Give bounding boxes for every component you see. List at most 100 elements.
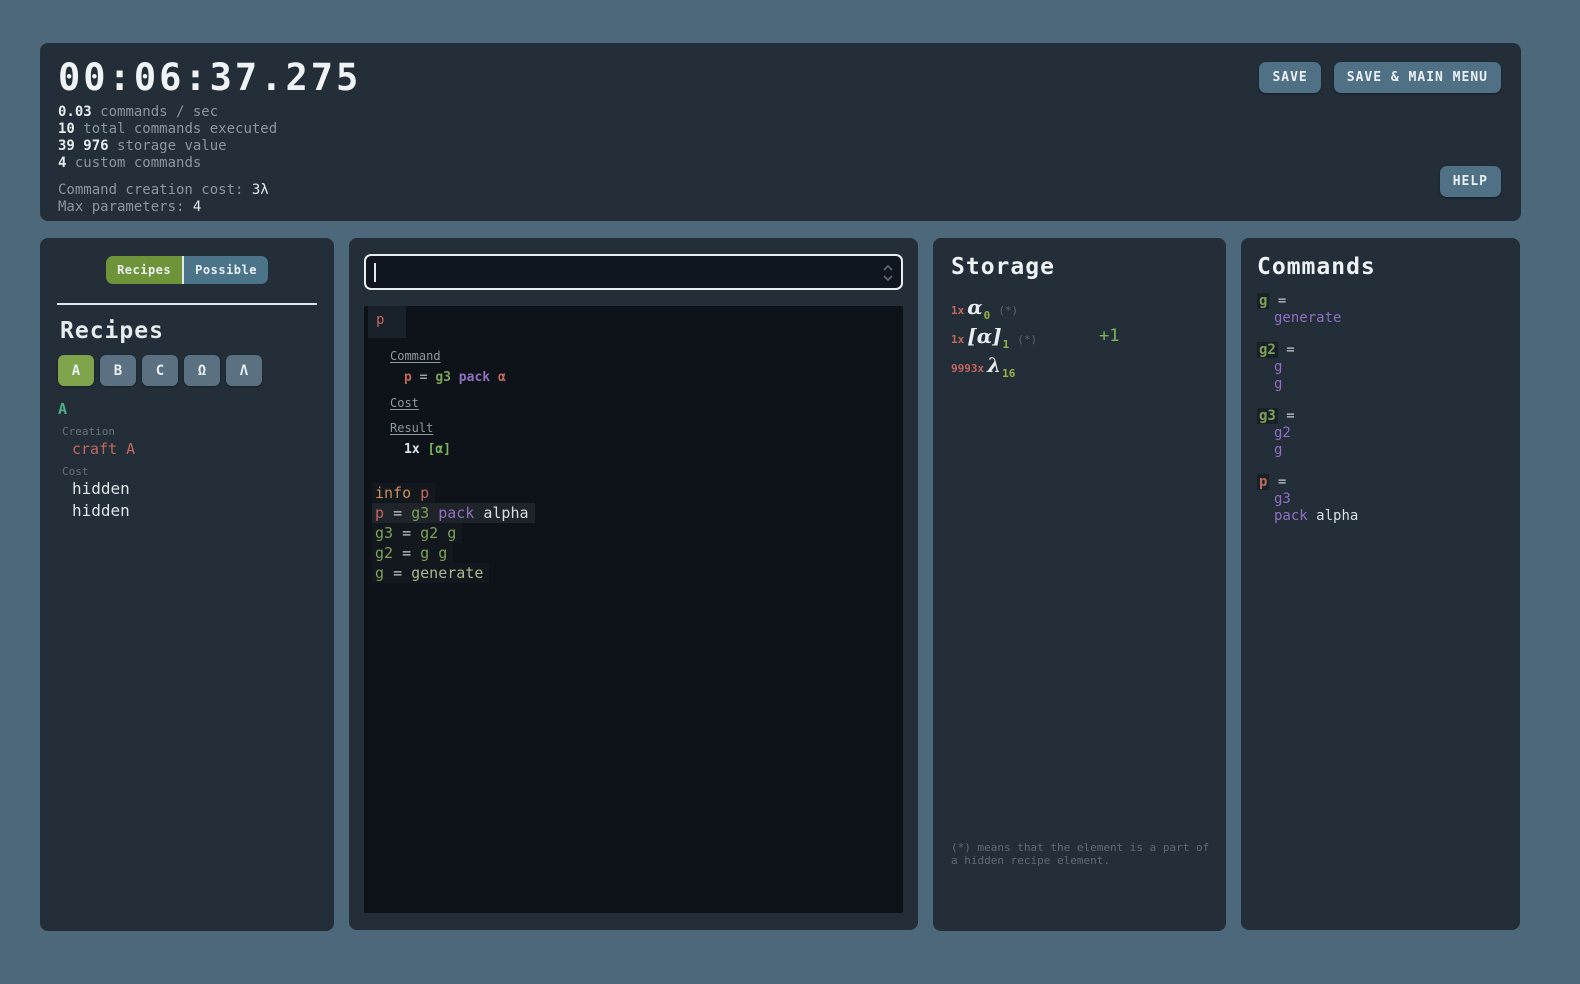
code-token: pack bbox=[438, 504, 474, 522]
command-name: g bbox=[1257, 293, 1269, 309]
commands-title: Commands bbox=[1257, 254, 1504, 280]
element-button-Ω[interactable]: Ω bbox=[184, 355, 220, 386]
help-button[interactable]: HELP bbox=[1440, 166, 1501, 197]
code-token: pack bbox=[459, 370, 490, 385]
command-entry[interactable]: g3 =g2g bbox=[1257, 408, 1504, 459]
code-token: g3 bbox=[411, 504, 429, 522]
command-entry[interactable]: g2 =gg bbox=[1257, 342, 1504, 393]
item-symbol: λ bbox=[987, 353, 1001, 377]
selected-recipe: A Creation craft A Cost hidden hidden bbox=[58, 400, 334, 522]
code-token: g bbox=[1274, 442, 1282, 458]
cost-label: Cost bbox=[62, 465, 334, 478]
save-main-menu-button[interactable]: SAVE & MAIN MENU bbox=[1334, 62, 1501, 93]
command-tooltip: p Command p = g3 pack α Cost Result 1x [… bbox=[364, 306, 903, 457]
storage-item[interactable]: 1x[α]1(*)+1 bbox=[951, 324, 1208, 348]
command-body-line: g3 bbox=[1274, 491, 1504, 508]
command-head: g = bbox=[1257, 293, 1504, 310]
item-count: 9993x bbox=[951, 362, 984, 375]
tooltip-command-value: p = g3 pack α bbox=[404, 370, 903, 385]
result-element: [α] bbox=[427, 442, 450, 457]
command-body-line: g bbox=[1274, 376, 1504, 393]
creation-cost-line: Command creation cost: 3λ bbox=[58, 182, 361, 199]
cost-value: hidden bbox=[72, 478, 334, 500]
element-button-Λ[interactable]: Λ bbox=[226, 355, 262, 386]
stat-line: 4 custom commands bbox=[58, 155, 361, 172]
creation-label: Creation bbox=[62, 425, 334, 438]
element-button-B[interactable]: B bbox=[100, 355, 136, 386]
text-caret bbox=[374, 263, 376, 282]
storage-item[interactable]: 1xα0(*) bbox=[951, 295, 1208, 319]
command-entry[interactable]: g =generate bbox=[1257, 293, 1504, 327]
tab-possible[interactable]: Possible bbox=[182, 256, 268, 284]
game-root: 00:06:37.275 0.03 commands / sec10 total… bbox=[0, 0, 1580, 984]
stat-value: 39 976 bbox=[58, 138, 109, 154]
tooltip-command-name: p bbox=[368, 306, 406, 338]
item-tier-subscript: 16 bbox=[1002, 367, 1015, 380]
item-symbol: α bbox=[967, 295, 982, 319]
command-body-line: pack alpha bbox=[1274, 508, 1504, 525]
command-input[interactable] bbox=[364, 254, 903, 290]
tooltip-result-label: Result bbox=[390, 421, 903, 435]
equals-sign: = bbox=[1286, 408, 1294, 424]
command-body-line: generate bbox=[1274, 310, 1504, 327]
item-symbol: [α] bbox=[967, 324, 1001, 348]
history-row[interactable]: g = generate bbox=[372, 563, 489, 583]
stats-list: 0.03 commands / sec10 total commands exe… bbox=[58, 104, 361, 172]
code-token: g bbox=[447, 524, 456, 542]
element-button-C[interactable]: C bbox=[142, 355, 178, 386]
history-row[interactable]: g3 = g2 g bbox=[372, 523, 462, 543]
save-button-row: SAVE SAVE & MAIN MENU bbox=[1259, 62, 1501, 93]
commands-list: g =generateg2 =ggg3 =g2gp =g3pack alpha bbox=[1257, 293, 1504, 525]
item-count: 1x bbox=[951, 333, 964, 346]
element-button-A[interactable]: A bbox=[58, 355, 94, 386]
command-head: p = bbox=[1257, 474, 1504, 491]
code-token: g bbox=[1274, 359, 1282, 375]
creation-cost-value: 3λ bbox=[252, 182, 269, 198]
item-tier-subscript: 0 bbox=[984, 309, 991, 322]
recipes-panel: Recipes Possible Recipes ABCΩΛ A Creatio… bbox=[40, 238, 334, 931]
stat-label: total commands executed bbox=[83, 121, 277, 137]
history-row[interactable]: info p bbox=[372, 483, 435, 503]
command-entry[interactable]: p =g3pack alpha bbox=[1257, 474, 1504, 525]
equals-sign: = bbox=[1278, 474, 1286, 490]
creation-value: craft A bbox=[72, 440, 334, 458]
code-token: p bbox=[404, 370, 412, 385]
hidden-recipe-marker: (*) bbox=[1017, 333, 1037, 346]
storage-item[interactable]: 9993xλ16 bbox=[951, 353, 1208, 377]
result-count: 1x bbox=[404, 442, 420, 457]
tab-recipes[interactable]: Recipes bbox=[106, 256, 182, 284]
code-token: g2 bbox=[1274, 425, 1291, 441]
code-token: = bbox=[393, 564, 402, 582]
history-row[interactable]: p = g3 pack alpha bbox=[372, 503, 535, 523]
item-count: 1x bbox=[951, 304, 964, 317]
command-history: info pp = g3 pack alphag3 = g2 gg2 = g g… bbox=[372, 483, 903, 583]
command-body-line: g bbox=[1274, 442, 1504, 459]
tooltip-cost-label: Cost bbox=[390, 396, 903, 410]
cost-value: hidden bbox=[72, 500, 334, 522]
command-body-line: g2 bbox=[1274, 425, 1504, 442]
code-token: g3 bbox=[375, 524, 393, 542]
stat-line: 10 total commands executed bbox=[58, 121, 361, 138]
storage-panel: Storage 1xα0(*)1x[α]1(*)+19993xλ16 (*) m… bbox=[933, 238, 1226, 931]
equals-sign: = bbox=[1286, 342, 1294, 358]
combobox-spinner-icon[interactable] bbox=[882, 262, 894, 288]
history-row[interactable]: g2 = g g bbox=[372, 543, 453, 563]
storage-title: Storage bbox=[951, 254, 1208, 280]
code-token: = bbox=[393, 504, 402, 522]
command-head: g2 = bbox=[1257, 342, 1504, 359]
code-token: generate bbox=[1274, 310, 1341, 326]
play-timer: 00:06:37.275 bbox=[58, 56, 361, 99]
save-button[interactable]: SAVE bbox=[1259, 62, 1320, 93]
code-token: g bbox=[1274, 376, 1282, 392]
code-token: α bbox=[498, 370, 506, 385]
console-panel: p Command p = g3 pack α Cost Result 1x [… bbox=[349, 238, 918, 930]
stat-label: storage value bbox=[117, 138, 227, 154]
command-name: g3 bbox=[1257, 408, 1278, 424]
code-token: g3 bbox=[435, 370, 451, 385]
stat-line: 0.03 commands / sec bbox=[58, 104, 361, 121]
code-token: = bbox=[402, 524, 411, 542]
max-params-value: 4 bbox=[193, 199, 201, 215]
item-tier-subscript: 1 bbox=[1003, 338, 1010, 351]
max-params-label: Max parameters: bbox=[58, 199, 184, 215]
tooltip-command-label: Command bbox=[390, 349, 903, 363]
